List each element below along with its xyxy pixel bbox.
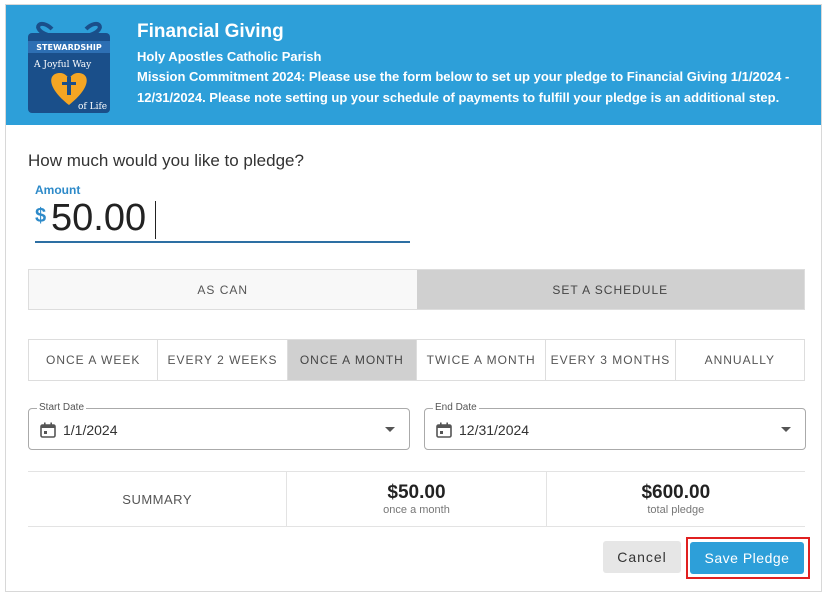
end-date-field[interactable]: End Date 12/31/2024 xyxy=(424,402,806,450)
amount-label: Amount xyxy=(35,183,81,197)
frequency-option[interactable]: EVERY 3 MONTHS xyxy=(546,340,676,380)
calendar-icon xyxy=(40,422,56,438)
chevron-down-icon[interactable] xyxy=(385,427,395,432)
save-pledge-button[interactable]: Save Pledge xyxy=(690,542,804,574)
amount-value[interactable]: 50.00 xyxy=(51,197,146,240)
summary-label: SUMMARY xyxy=(122,491,193,507)
svg-text:of Life: of Life xyxy=(78,102,107,112)
page-title: Financial Giving xyxy=(137,21,284,42)
pledge-question: How much would you like to pledge? xyxy=(28,151,304,170)
pledge-mode-toggle: AS CAN SET A SCHEDULE xyxy=(28,269,805,310)
end-date-label: End Date xyxy=(433,402,479,413)
amount-input[interactable]: $ 50.00 xyxy=(35,197,410,243)
svg-text:A Joyful Way: A Joyful Way xyxy=(33,60,92,70)
summary-total: $600.00 total pledge xyxy=(547,472,805,526)
summary-label-cell: SUMMARY xyxy=(28,472,288,526)
frequency-selector: ONCE A WEEK EVERY 2 WEEKS ONCE A MONTH TWIC… xyxy=(28,339,805,381)
frequency-option[interactable]: ANNUALLY xyxy=(675,340,804,380)
start-date-value: 1/1/2024 xyxy=(63,422,118,438)
frequency-option[interactable]: EVERY 2 WEEKS xyxy=(158,340,288,380)
per-payment-frequency: once a month xyxy=(383,504,450,516)
per-payment-amount: $50.00 xyxy=(387,482,446,503)
chevron-down-icon[interactable] xyxy=(781,427,791,432)
pledge-dialog: STEWARDSHIP A Joyful Way of Life Financi… xyxy=(5,4,822,592)
start-date-field[interactable]: Start Date 1/1/2024 xyxy=(28,402,410,450)
stewardship-logo: STEWARDSHIP A Joyful Way of Life xyxy=(28,22,110,113)
frequency-option[interactable]: ONCE A MONTH xyxy=(287,340,417,380)
frequency-option[interactable]: TWICE A MONTH xyxy=(416,340,547,380)
mode-option[interactable]: SET A SCHEDULE xyxy=(416,270,804,309)
frequency-option[interactable]: ONCE A WEEK xyxy=(29,340,159,380)
header-text: Financial Giving Holy Apostles Catholic … xyxy=(137,19,807,108)
calendar-icon xyxy=(436,422,452,438)
start-date-label: Start Date xyxy=(37,402,87,413)
currency-symbol: $ xyxy=(35,205,47,227)
svg-text:STEWARDSHIP: STEWARDSHIP xyxy=(36,43,102,52)
cancel-button[interactable]: Cancel xyxy=(603,541,681,573)
end-date-value: 12/31/2024 xyxy=(459,422,530,438)
header-description: Mission Commitment 2024: Please use the … xyxy=(137,69,790,105)
total-pledge-amount: $600.00 xyxy=(641,482,711,503)
parish-name: Holy Apostles Catholic Parish xyxy=(137,49,322,64)
mode-option[interactable]: AS CAN xyxy=(29,270,417,309)
header-banner: STEWARDSHIP A Joyful Way of Life Financi… xyxy=(6,5,821,125)
pledge-summary: SUMMARY $50.00 once a month $600.00 tota… xyxy=(28,471,805,527)
summary-per-payment: $50.00 once a month xyxy=(287,472,547,526)
text-caret xyxy=(155,201,156,239)
total-pledge-label: total pledge xyxy=(647,504,705,516)
